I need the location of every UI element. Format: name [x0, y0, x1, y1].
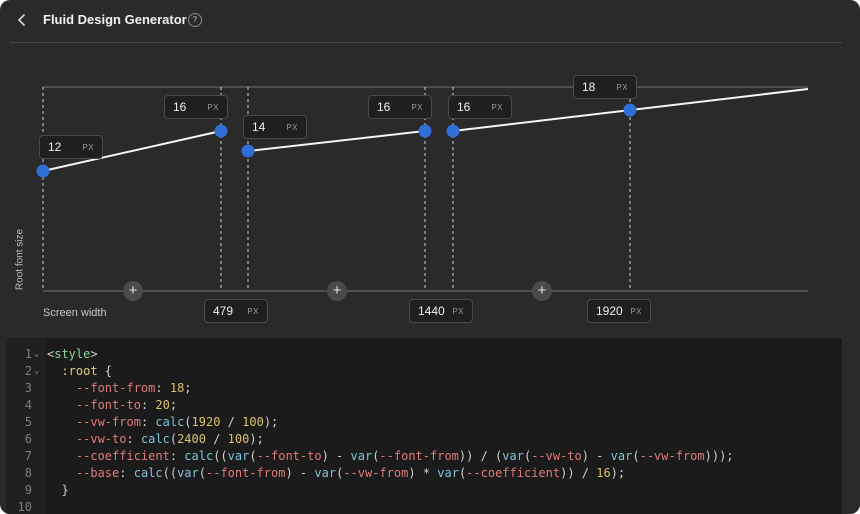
code-line: 1 ⌄ <style>: [6, 346, 842, 363]
font-size-value: 12: [48, 140, 62, 154]
add-breakpoint-button[interactable]: +: [123, 281, 143, 301]
breakpoint-value: 1920: [596, 304, 623, 318]
font-size-value: 18: [582, 80, 596, 94]
unit-label: PX: [411, 102, 423, 112]
font-size-value: 16: [377, 100, 391, 114]
breakpoint-value: 1440: [418, 304, 445, 318]
code-line: 5 --vw-from: calc(1920 / 100);: [6, 414, 842, 431]
code-line: 3 --font-from: 18;: [6, 380, 842, 397]
line-number: 7: [24, 449, 32, 463]
line-number: 2: [24, 364, 32, 378]
x-axis-label: Screen width: [43, 307, 107, 319]
line-number: 5: [24, 415, 32, 429]
point-handle[interactable]: [241, 144, 255, 158]
code-text: --font-to: 20;: [75, 398, 178, 412]
breakpoint-value: 479: [213, 304, 234, 318]
breakpoint-input[interactable]: 1440 PX: [409, 299, 473, 323]
point-handle[interactable]: [446, 124, 460, 138]
unit-label: PX: [630, 306, 642, 316]
y-axis-label: Root font size: [14, 228, 26, 291]
line-number: 9: [24, 483, 32, 497]
font-size-value: 16: [457, 100, 471, 114]
point-handle[interactable]: [36, 164, 50, 178]
unit-label: PX: [82, 142, 94, 152]
code-text: --vw-from: calc(1920 / 100);: [75, 415, 279, 429]
header: Fluid Design Generator ?: [0, 0, 860, 42]
line-number: 3: [24, 381, 32, 395]
line-number: 1: [24, 347, 32, 361]
point-handle[interactable]: [418, 124, 432, 138]
unit-label: PX: [207, 102, 219, 112]
code-text: --base: calc((var(--font-from) - var(--v…: [75, 466, 626, 480]
code-text: <style>: [47, 347, 98, 361]
header-divider: [10, 42, 842, 43]
breakpoint-input[interactable]: 479 PX: [204, 299, 268, 323]
font-size-value: 14: [252, 120, 266, 134]
code-line: 4 --font-to: 20;: [6, 397, 842, 414]
line-number: 8: [24, 466, 32, 480]
fold-chevron-icon[interactable]: ⌄: [34, 363, 39, 380]
add-breakpoint-button[interactable]: +: [327, 281, 347, 301]
scrollbar[interactable]: [842, 0, 860, 514]
add-breakpoint-button[interactable]: +: [532, 281, 552, 301]
chevron-left-icon: [18, 14, 25, 26]
fold-chevron-icon[interactable]: ⌄: [34, 346, 39, 363]
code-text: --coefficient: calc((var(--font-to) - va…: [75, 449, 734, 463]
line-number: 6: [24, 432, 32, 446]
line-number: 10: [17, 500, 32, 514]
app-window: Fluid Design Generator ? Root font size …: [0, 0, 860, 514]
code-line: 10: [6, 499, 842, 514]
font-size-value: 16: [173, 100, 187, 114]
unit-label: PX: [247, 306, 259, 316]
font-size-input[interactable]: 14 PX: [243, 115, 307, 139]
breakpoint-input[interactable]: 1920 PX: [587, 299, 651, 323]
code-line: 6 --vw-to: calc(2400 / 100);: [6, 431, 842, 448]
line-number: 4: [24, 398, 32, 412]
font-size-input[interactable]: 16 PX: [448, 95, 512, 119]
code-line: 9 }: [6, 482, 842, 499]
unit-label: PX: [286, 122, 298, 132]
code-text: :root {: [61, 364, 113, 378]
code-text: --vw-to: calc(2400 / 100);: [75, 432, 264, 446]
point-handle[interactable]: [623, 103, 637, 117]
code-text: --font-from: 18;: [75, 381, 192, 395]
code-line: 7 --coefficient: calc((var(--font-to) - …: [6, 448, 842, 465]
help-icon[interactable]: ?: [188, 13, 202, 27]
point-handle[interactable]: [214, 124, 228, 138]
code-text: }: [47, 483, 69, 497]
font-size-input[interactable]: 16 PX: [368, 95, 432, 119]
font-size-chart: Root font size Screen width 12 PX 16 PX …: [0, 44, 860, 336]
code-editor[interactable]: 1 ⌄ <style> 2 ⌄ :root {3 --font-from: 18; 4 -…: [6, 338, 842, 514]
unit-label: PX: [491, 102, 503, 112]
font-size-input[interactable]: 16 PX: [164, 95, 228, 119]
code-line: 2 ⌄ :root {: [6, 363, 842, 380]
font-size-input[interactable]: 12 PX: [39, 135, 103, 159]
page-title: Fluid Design Generator: [43, 12, 187, 27]
font-size-input[interactable]: 18 PX: [573, 75, 637, 99]
unit-label: PX: [452, 306, 464, 316]
back-button[interactable]: [12, 10, 32, 30]
unit-label: PX: [616, 82, 628, 92]
code-line: 8 --base: calc((var(--font-from) - var(-…: [6, 465, 842, 482]
